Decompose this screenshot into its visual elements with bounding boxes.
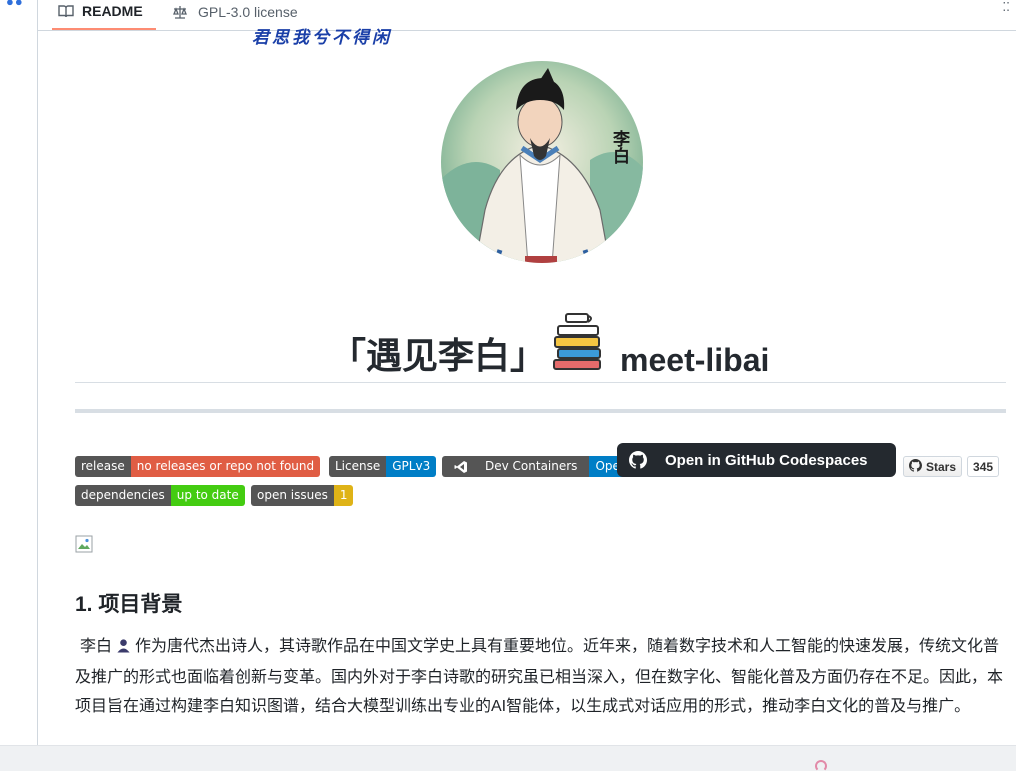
book-icon xyxy=(58,3,74,19)
books-icon xyxy=(552,312,604,375)
title-cn: 「遇见李白」 xyxy=(330,335,547,376)
badge-open-issues[interactable]: open issues 1 xyxy=(251,485,354,506)
badge-release[interactable]: release no releases or repo not found xyxy=(75,456,321,477)
badge-release-key: release xyxy=(75,456,131,477)
rail-icons: ●● xyxy=(6,0,24,9)
badge-dependencies-key: dependencies xyxy=(75,485,171,506)
github-icon xyxy=(909,458,922,475)
stars-badge[interactable]: Stars 345 xyxy=(903,456,1000,477)
stars-label: Stars xyxy=(926,459,957,474)
calligraphy-overlay: 君思我兮不得闲 xyxy=(252,28,392,48)
broken-image-icon xyxy=(75,535,93,558)
badge-open-issues-key: open issues xyxy=(251,485,334,506)
tab-readme[interactable]: README xyxy=(52,0,156,30)
tab-license-label: GPL-3.0 license xyxy=(198,4,298,20)
left-rail xyxy=(0,0,38,745)
badge-open-issues-value: 1 xyxy=(333,485,354,506)
outline-menu-icon[interactable]: ⁚⁚ xyxy=(1002,0,1010,14)
stars-button[interactable]: Stars xyxy=(903,456,963,477)
badge-license[interactable]: License GPLv3 xyxy=(329,456,437,477)
title-divider xyxy=(75,382,1006,383)
badge-dependencies[interactable]: dependencies up to date xyxy=(75,485,245,506)
badge-dev-containers[interactable]: Dev Containers Open xyxy=(442,456,634,477)
stars-count: 345 xyxy=(967,456,1000,477)
github-icon xyxy=(629,451,647,469)
badge-dependencies-value: up to date xyxy=(170,485,245,506)
page-title: 「遇见李白」 meet-libai xyxy=(330,305,769,379)
section-heading: 1. 项目背景 xyxy=(75,593,183,616)
badge-license-key: License xyxy=(329,456,387,477)
badge-license-value: GPLv3 xyxy=(386,456,437,477)
paragraph-rest: 作为唐代杰出诗人，其诗歌作品在中国文学史上具有重要地位。近年来，随着数字技术和人… xyxy=(75,638,1004,715)
title-en: meet-libai xyxy=(620,342,770,378)
loading-spinner-icon xyxy=(815,760,827,771)
open-in-codespaces-button[interactable]: Open in GitHub Codespaces xyxy=(617,443,896,477)
scale-icon xyxy=(172,4,188,20)
header-rule xyxy=(75,409,1006,413)
bottom-bar xyxy=(0,745,1016,771)
paragraph-start: 李白 xyxy=(80,638,113,655)
badge-dev-containers-key: Dev Containers xyxy=(485,459,578,473)
vscode-icon xyxy=(448,460,474,474)
person-icon xyxy=(116,634,131,663)
section-paragraph: 李白 作为唐代杰出诗人，其诗歌作品在中国文学史上具有重要地位。近年来，随着数字技术… xyxy=(75,632,1005,721)
portrait-label: 李白 xyxy=(609,130,629,164)
badge-release-value: no releases or repo not found xyxy=(130,456,321,477)
tab-readme-label: README xyxy=(82,3,143,19)
readme-tabbar: README GPL-3.0 license ⁚⁚ xyxy=(38,0,1016,31)
codespaces-label: Open in GitHub Codespaces xyxy=(665,451,868,469)
